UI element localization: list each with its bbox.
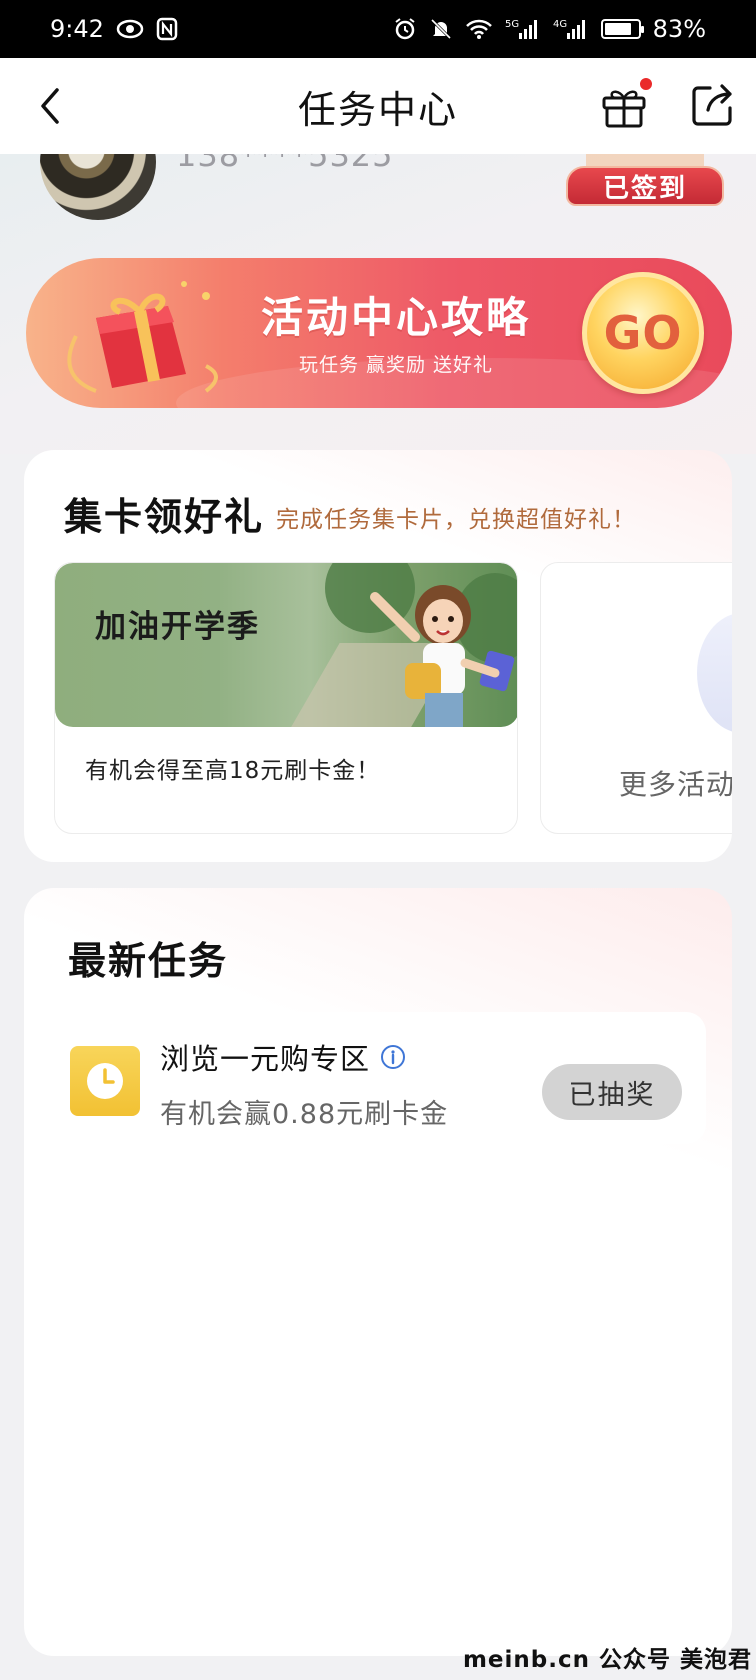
svg-text:5G: 5G [505,19,519,30]
collect-cards-section: 集卡领好礼 完成任务集卡片，兑换超值好礼！ 加油开学季 有机会得至高18元刷卡金… [24,450,732,862]
girl-illustration [370,585,515,727]
activity-guide-banner[interactable]: 活动中心攻略 玩任务 赢奖励 送好礼 GO [26,258,732,408]
go-button[interactable]: GO [582,272,704,394]
info-icon[interactable] [380,1044,406,1070]
task-description: 有机会赢0.88元刷卡金 [160,1099,449,1130]
page-title: 任务中心 [297,87,458,132]
gift-box-illustration [67,281,218,393]
share-button[interactable] [686,80,738,132]
task-name-row: 浏览一元购专区 [160,1036,406,1078]
latest-tasks-section: 最新任务 浏览一元购专区 有机会赢0.88元刷卡金 已抽奖 [24,888,732,1656]
section-subtitle: 完成任务集卡片，兑换超值好礼！ [276,507,636,533]
banner-title: 活动中心攻略 [260,293,531,342]
mute-bell-icon [429,17,453,41]
watermark: meinb.cn 公众号 美泡君 [462,1647,752,1673]
clock-icon [70,1046,140,1116]
task-status-button[interactable]: 已抽奖 [542,1064,682,1120]
top-nav-bar: 任务中心 [0,58,756,154]
banner-subtitle: 玩任务 赢奖励 送好礼 [298,354,494,376]
chevron-left-icon [41,88,59,124]
more-activities-label: 更多活动 [619,768,732,801]
back-button[interactable] [26,82,74,130]
signed-in-label: 已签到 [566,166,724,206]
task-name: 浏览一元购专区 [160,1042,371,1076]
eye-icon [116,19,144,39]
alarm-icon [393,17,417,41]
section-title: 集卡领好礼 [64,495,265,539]
nfc-icon [156,17,178,41]
task-item[interactable]: 浏览一元购专区 有机会赢0.88元刷卡金 已抽奖 [44,1012,706,1144]
battery-icon [600,19,644,39]
notification-dot [638,76,654,92]
signal-5g-icon: 5G [505,17,541,41]
gift-button[interactable] [598,76,654,132]
battery-percent: 83% [652,15,706,43]
activity-card-back-to-school[interactable]: 加油开学季 有机会得至高18元刷卡金！ [54,562,518,834]
share-icon [692,84,732,126]
card-title: 加油开学季 [95,609,260,645]
more-activities-illustration [697,613,732,733]
wifi-icon [465,18,493,40]
card-description: 有机会得至高18元刷卡金！ [85,758,381,784]
signal-4g-icon: 4G [553,17,589,41]
svg-text:4G: 4G [553,19,567,30]
section-title: 最新任务 [68,939,229,983]
activity-card-more[interactable]: 更多活动 [540,562,732,834]
status-time: 9:42 [50,15,104,43]
status-bar: 9:42 5G 4G 83% [0,0,756,58]
